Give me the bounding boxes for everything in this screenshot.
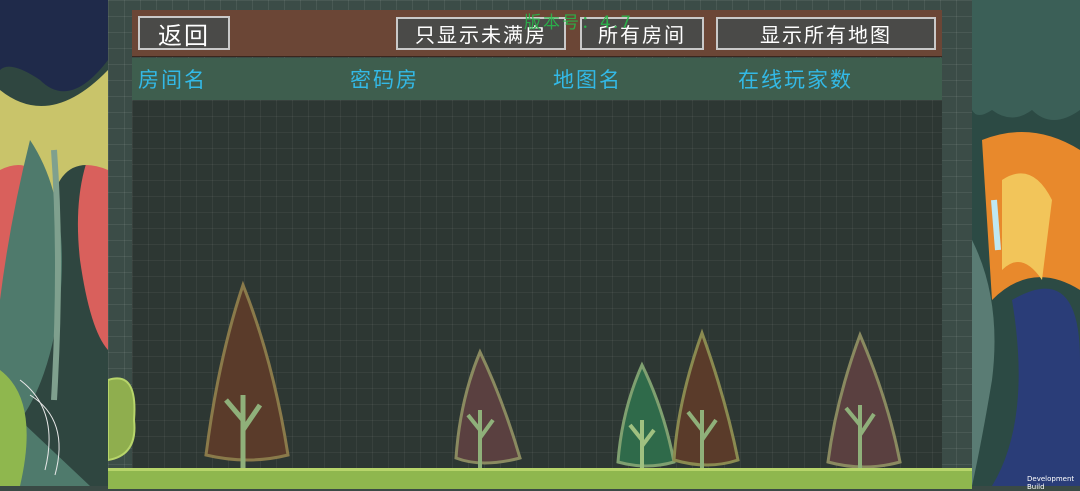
right-decoration-panel	[972, 0, 1080, 486]
pine-tree-icon	[826, 330, 902, 470]
pine-tree-icon	[454, 348, 522, 468]
pine-tree-icon	[204, 280, 290, 468]
development-build-label: Development Build	[1027, 475, 1075, 491]
pine-tree-icon	[672, 328, 740, 470]
leaf-decoration-icon	[972, 0, 1080, 486]
left-decoration-panel	[0, 0, 108, 486]
pine-tree-icon	[616, 361, 676, 470]
leaf-decoration-icon	[0, 0, 108, 486]
tree-decorations	[108, 280, 902, 470]
